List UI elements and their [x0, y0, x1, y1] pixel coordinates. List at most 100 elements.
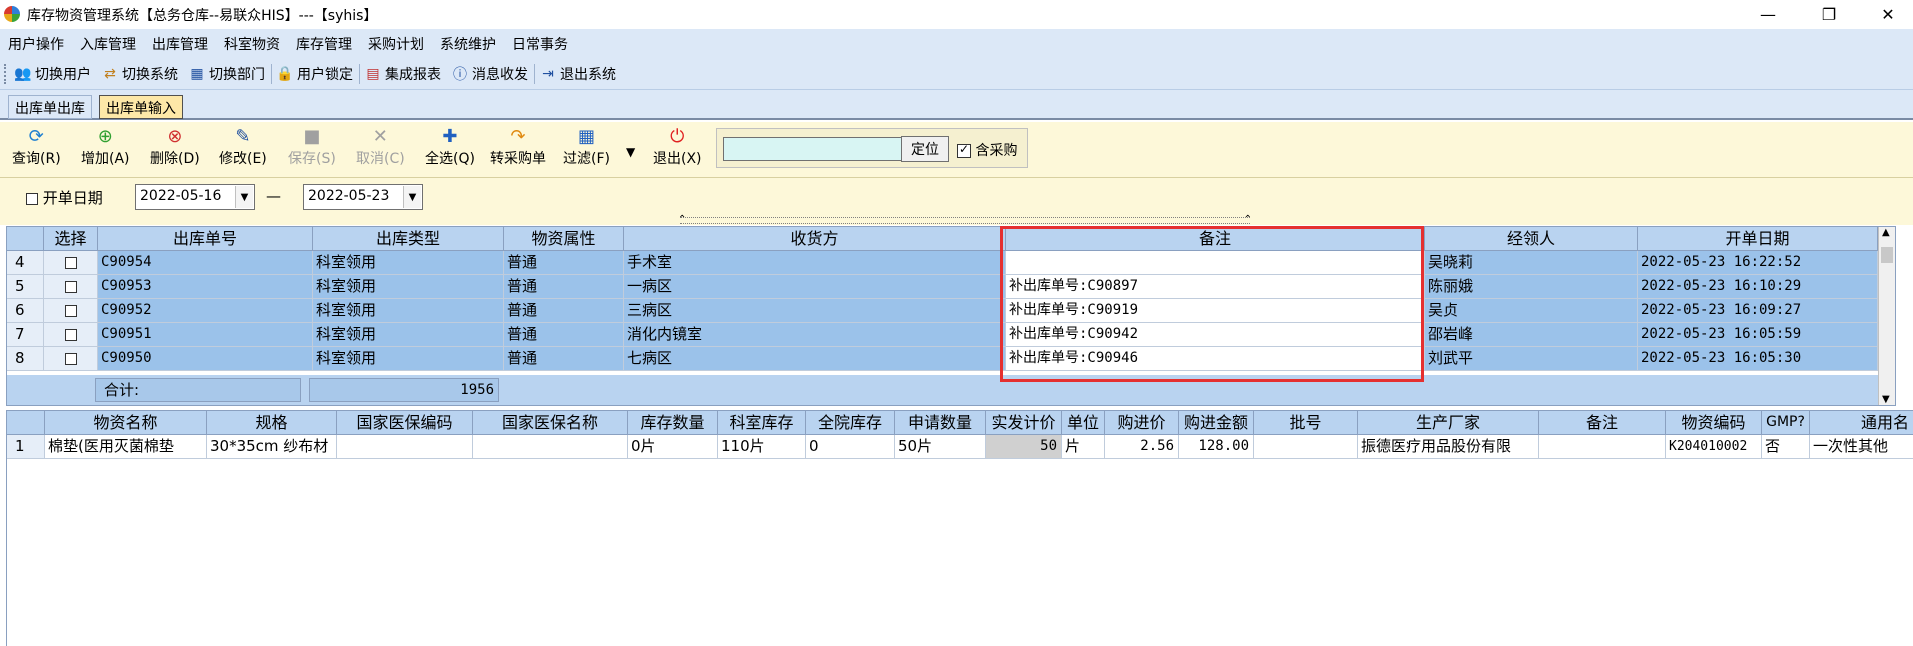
- header-spec[interactable]: 规格: [207, 411, 337, 435]
- menu-dept-supplies[interactable]: 科室物资: [216, 34, 288, 54]
- header-purchase-amount[interactable]: 购进金额: [1179, 411, 1254, 435]
- delete-button[interactable]: ⊗ 删除(D): [150, 126, 200, 168]
- filter-button[interactable]: ▦ 过滤(F): [563, 126, 610, 168]
- header-order-date[interactable]: 开单日期: [1638, 227, 1878, 251]
- header-actual-price[interactable]: 实发计价: [986, 411, 1062, 435]
- table-row[interactable]: 6 C90952 科室领用 普通 三病区 补出库单号:C90919 吴贞 202…: [7, 299, 1895, 323]
- row-select-checkbox[interactable]: [64, 352, 77, 365]
- row-select-cell[interactable]: [44, 323, 98, 347]
- row-select-checkbox[interactable]: [64, 256, 77, 269]
- switch-system-button[interactable]: ⇄ 切换系统: [101, 64, 178, 84]
- header-material-attr[interactable]: 物资属性: [504, 227, 624, 251]
- row-select-cell[interactable]: [44, 275, 98, 299]
- header-remark[interactable]: 备注: [1006, 227, 1425, 251]
- splitter-grip[interactable]: ⌃ ⌃: [678, 214, 1252, 225]
- locate-button[interactable]: 定位: [901, 136, 949, 162]
- minimize-icon[interactable]: —: [1745, 0, 1791, 29]
- header-detail-remark[interactable]: 备注: [1539, 411, 1666, 435]
- header-order-no[interactable]: 出库单号: [98, 227, 313, 251]
- menu-inbound[interactable]: 入库管理: [72, 34, 144, 54]
- header-dept-stock[interactable]: 科室库存: [718, 411, 806, 435]
- header-apply-qty[interactable]: 申请数量: [895, 411, 986, 435]
- menu-system-maint[interactable]: 系统维护: [432, 34, 504, 54]
- row-select-cell[interactable]: [44, 251, 98, 275]
- close-icon[interactable]: ✕: [1865, 0, 1911, 29]
- header-gmp[interactable]: GMP?: [1762, 411, 1810, 435]
- title-bar: 库存物资管理系统【总务仓库--易联众HIS】---【syhis】 — ❐ ✕: [0, 0, 1913, 29]
- actual-price-cell[interactable]: 50: [986, 435, 1062, 459]
- header-receiver[interactable]: 收货方: [624, 227, 1006, 251]
- scrollbar-thumb[interactable]: [1881, 247, 1893, 263]
- include-purchase-checkbox[interactable]: [957, 142, 971, 158]
- menu-user-ops[interactable]: 用户操作: [0, 34, 72, 54]
- header-unit[interactable]: 单位: [1062, 411, 1105, 435]
- header-hospital-stock[interactable]: 全院库存: [806, 411, 895, 435]
- scroll-up-icon[interactable]: ▲: [1882, 227, 1890, 238]
- menu-purchase-plan[interactable]: 采购计划: [360, 34, 432, 54]
- table-row[interactable]: 1 棉垫(医用灭菌棉垫 30*35cm 纱布材 0片 110片 0 50片 50…: [7, 435, 1913, 459]
- remark-cell[interactable]: 补出库单号:C90946: [1006, 347, 1425, 371]
- restore-icon[interactable]: ❐: [1806, 0, 1852, 29]
- remark-cell[interactable]: 补出库单号:C90897: [1006, 275, 1425, 299]
- splitter[interactable]: ⌃ ⌃: [0, 214, 1913, 225]
- row-select-checkbox[interactable]: [64, 280, 77, 293]
- remark-cell[interactable]: 补出库单号:C90919: [1006, 299, 1425, 323]
- messages-button[interactable]: ⓘ 消息收发: [451, 64, 528, 84]
- header-material-code[interactable]: 物资编码: [1666, 411, 1762, 435]
- query-label: 查询(R): [12, 151, 61, 167]
- material-attr-cell: 普通: [504, 299, 624, 323]
- query-button[interactable]: ⟳ 查询(R): [12, 126, 61, 168]
- date-to-picker[interactable]: 2022-05-23 ▼: [303, 184, 423, 210]
- remark-cell[interactable]: 补出库单号:C90942: [1006, 323, 1425, 347]
- row-select-cell[interactable]: [44, 347, 98, 371]
- integrated-report-button[interactable]: ▤ 集成报表: [364, 64, 441, 84]
- filter-dropdown[interactable]: ▼: [626, 144, 635, 160]
- exit-system-button[interactable]: ⇥ 退出系统: [539, 64, 616, 84]
- row-select-cell[interactable]: [44, 299, 98, 323]
- switch-user-button[interactable]: 👥 切换用户: [14, 64, 91, 84]
- exit-button[interactable]: ⏻ 退出(X): [653, 126, 702, 168]
- tab-outbound-input[interactable]: 出库单输入: [99, 95, 183, 119]
- menu-inventory[interactable]: 库存管理: [288, 34, 360, 54]
- table-row[interactable]: 5 C90953 科室领用 普通 一病区 补出库单号:C90897 陈丽娥 20…: [7, 275, 1895, 299]
- header-material-name[interactable]: 物资名称: [45, 411, 207, 435]
- tab-outbound-list[interactable]: 出库单出库: [8, 95, 92, 119]
- date-filter-toggle[interactable]: 开单日期: [26, 187, 103, 208]
- edit-button[interactable]: ✎ 修改(E): [219, 126, 267, 168]
- remark-cell[interactable]: [1006, 251, 1425, 275]
- users-icon: 👥: [14, 65, 32, 82]
- chevron-down-icon[interactable]: ▼: [403, 186, 421, 208]
- header-purchase-price[interactable]: 购进价: [1105, 411, 1179, 435]
- to-purchase-button[interactable]: ↷ 转采购单: [490, 126, 546, 168]
- header-manufacturer[interactable]: 生产厂家: [1358, 411, 1539, 435]
- scroll-down-icon[interactable]: ▼: [1882, 394, 1890, 405]
- chevron-down-icon[interactable]: ▼: [235, 186, 253, 208]
- date-from-picker[interactable]: 2022-05-16 ▼: [135, 184, 255, 210]
- cancel-button[interactable]: ✕ 取消(C): [356, 126, 405, 168]
- row-select-checkbox[interactable]: [64, 328, 77, 341]
- include-purchase-toggle[interactable]: 含采购: [957, 140, 1017, 160]
- menu-daily-affairs[interactable]: 日常事务: [504, 34, 576, 54]
- delete-label: 删除(D): [150, 151, 200, 167]
- add-button[interactable]: ⊕ 增加(A): [81, 126, 130, 168]
- select-all-button[interactable]: ✚ 全选(Q): [425, 126, 475, 168]
- header-generic-name[interactable]: 通用名: [1810, 411, 1913, 435]
- locate-input[interactable]: [723, 137, 903, 161]
- table-row[interactable]: 4 C90954 科室领用 普通 手术室 吴晓莉 2022-05-23 16:2…: [7, 251, 1895, 275]
- header-batch-no[interactable]: 批号: [1254, 411, 1358, 435]
- switch-dept-button[interactable]: ▦ 切换部门: [188, 64, 265, 84]
- save-button[interactable]: ■ 保存(S): [288, 126, 336, 168]
- table-row[interactable]: 8 C90950 科室领用 普通 七病区 补出库单号:C90946 刘武平 20…: [7, 347, 1895, 371]
- menu-outbound[interactable]: 出库管理: [144, 34, 216, 54]
- header-select[interactable]: 选择: [44, 227, 98, 251]
- header-stock-qty[interactable]: 库存数量: [628, 411, 718, 435]
- header-nhsa-code[interactable]: 国家医保编码: [337, 411, 473, 435]
- table-row[interactable]: 7 C90951 科室领用 普通 消化内镜室 补出库单号:C90942 邵岩峰 …: [7, 323, 1895, 347]
- row-select-checkbox[interactable]: [64, 304, 77, 317]
- header-nhsa-name[interactable]: 国家医保名称: [473, 411, 628, 435]
- vertical-scrollbar[interactable]: ▲ ▼: [1878, 227, 1895, 405]
- lock-user-button[interactable]: 🔒 用户锁定: [276, 64, 353, 84]
- header-outbound-type[interactable]: 出库类型: [313, 227, 504, 251]
- date-filter-checkbox[interactable]: [26, 192, 38, 205]
- header-handler[interactable]: 经领人: [1425, 227, 1638, 251]
